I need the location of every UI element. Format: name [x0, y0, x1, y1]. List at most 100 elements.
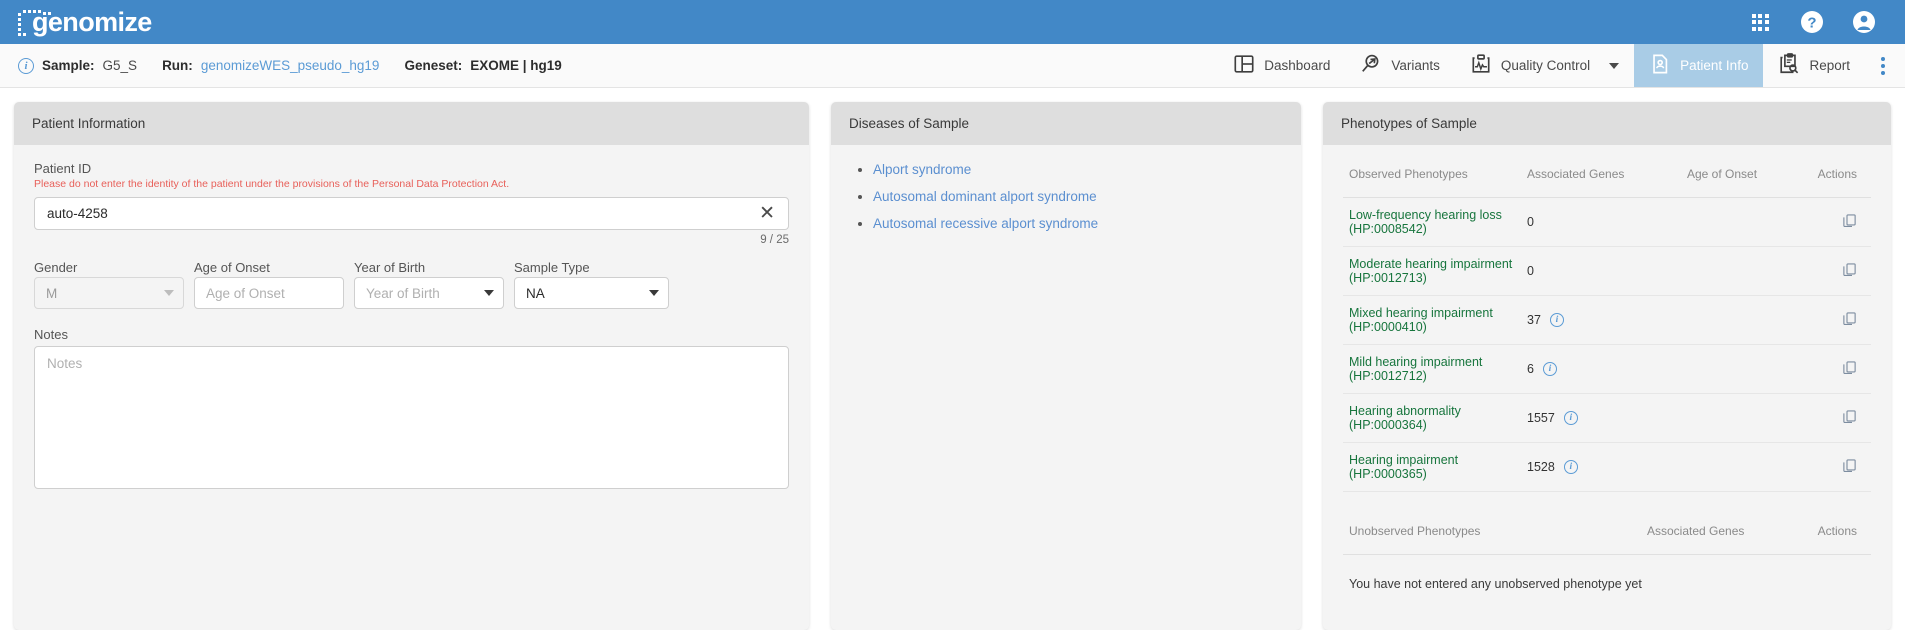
- phenotypes-body: Observed Phenotypes Associated Genes Age…: [1323, 145, 1891, 630]
- column-header-age-of-onset: Age of Onset: [1681, 161, 1801, 198]
- age-of-onset-input[interactable]: Age of Onset: [194, 277, 344, 309]
- account-icon[interactable]: [1851, 9, 1877, 35]
- breadcrumb-sample-value: G5_S: [102, 58, 138, 73]
- more-options-button[interactable]: [1865, 44, 1905, 87]
- column-header-associated-genes: Associated Genes: [1641, 518, 1801, 555]
- column-header-associated-genes: Associated Genes: [1521, 161, 1681, 198]
- list-item: Autosomal dominant alport syndrome: [873, 188, 1281, 206]
- list-item: Autosomal recessive alport syndrome: [873, 215, 1281, 233]
- age-of-onset-value: [1681, 197, 1801, 247]
- gender-value: M: [46, 285, 58, 301]
- age-of-onset-value: [1681, 246, 1801, 296]
- info-icon[interactable]: i: [1563, 460, 1578, 474]
- table-row: Mixed hearing impairment (HP:0000410) 37…: [1343, 295, 1871, 345]
- chevron-down-icon: [164, 290, 174, 296]
- sample-type-select[interactable]: NA: [514, 277, 669, 309]
- header-actions: ?: [1747, 9, 1887, 35]
- phenotype-link[interactable]: Low-frequency hearing loss (HP:0008542): [1349, 208, 1502, 236]
- sample-type-value: NA: [526, 285, 545, 301]
- tab-patient-info[interactable]: Patient Info: [1634, 44, 1764, 87]
- help-icon[interactable]: ?: [1799, 9, 1825, 35]
- patient-attributes-row: Gender M Age of Onset Age of Onset Year …: [34, 260, 789, 309]
- info-icon[interactable]: i: [1563, 411, 1578, 425]
- table-row: Low-frequency hearing loss (HP:0008542) …: [1343, 197, 1871, 247]
- quality-control-icon: [1470, 53, 1492, 78]
- copy-icon[interactable]: [1842, 262, 1857, 280]
- panel-title: Patient Information: [14, 102, 809, 145]
- breadcrumb-geneset-label: Geneset:: [404, 58, 463, 73]
- report-icon: [1778, 53, 1800, 78]
- phenotype-link[interactable]: Hearing impairment (HP:0000365): [1349, 453, 1458, 481]
- associated-genes-count: 1557: [1527, 411, 1555, 425]
- close-icon[interactable]: ✕: [756, 204, 778, 223]
- tab-variants[interactable]: Variants: [1345, 44, 1455, 87]
- phenotype-link[interactable]: Moderate hearing impairment (HP:0012713): [1349, 257, 1512, 285]
- breadcrumb-run-value[interactable]: genomizeWES_pseudo_hg19: [201, 58, 380, 73]
- associated-genes-count: 0: [1527, 215, 1534, 229]
- copy-icon[interactable]: [1842, 458, 1857, 476]
- patient-form: Patient ID Please do not enter the ident…: [14, 145, 809, 630]
- apps-grid-icon[interactable]: [1747, 9, 1773, 35]
- tab-dashboard[interactable]: Dashboard: [1218, 44, 1345, 87]
- year-of-birth-placeholder: Year of Birth: [366, 285, 440, 301]
- info-icon[interactable]: i: [18, 57, 34, 74]
- patient-id-input[interactable]: auto-4258 ✕: [34, 197, 789, 230]
- copy-icon[interactable]: [1842, 409, 1857, 427]
- table-row: Hearing impairment (HP:0000365) 1528 i: [1343, 442, 1871, 492]
- list-item: Alport syndrome: [873, 161, 1281, 179]
- associated-genes-count: 0: [1527, 264, 1534, 278]
- breadcrumb-sample-label: Sample:: [42, 58, 95, 73]
- gender-select[interactable]: M: [34, 277, 184, 309]
- phenotype-link[interactable]: Mild hearing impairment (HP:0012712): [1349, 355, 1482, 383]
- copy-icon[interactable]: [1842, 213, 1857, 231]
- phenotype-link[interactable]: Mixed hearing impairment (HP:0000410): [1349, 306, 1493, 334]
- diseases-of-sample-panel: Diseases of Sample Alport syndrome Autos…: [831, 102, 1301, 630]
- column-header-observed-phenotypes: Observed Phenotypes: [1343, 161, 1521, 198]
- logo-dot-pattern-icon: [18, 7, 51, 37]
- phenotype-link[interactable]: Hearing abnormality (HP:0000364): [1349, 404, 1461, 432]
- notes-textarea[interactable]: Notes: [34, 346, 789, 489]
- variants-search-icon: [1360, 53, 1382, 78]
- brand-logo[interactable]: genomize: [18, 7, 152, 37]
- gender-label: Gender: [34, 260, 78, 275]
- year-of-birth-select[interactable]: Year of Birth: [354, 277, 504, 309]
- tab-label: Report: [1809, 58, 1850, 73]
- table-header-row: Unobserved Phenotypes Associated Genes A…: [1343, 518, 1871, 555]
- gender-field-group: Gender M: [34, 260, 184, 309]
- breadcrumb-geneset-value: EXOME | hg19: [470, 58, 562, 73]
- disease-link[interactable]: Autosomal recessive alport syndrome: [873, 216, 1098, 231]
- age-of-onset-value: [1681, 295, 1801, 345]
- age-of-onset-field-group: Age of Onset Age of Onset: [194, 260, 344, 309]
- privacy-warning: Please do not enter the identity of the …: [34, 178, 510, 190]
- notes-label: Notes: [34, 327, 68, 342]
- tab-report[interactable]: Report: [1763, 44, 1865, 87]
- nav-bar: i Sample: G5_S Run: genomizeWES_pseudo_h…: [0, 44, 1905, 88]
- table-row: Mild hearing impairment (HP:0012712) 6i: [1343, 344, 1871, 394]
- patient-information-panel: Patient Information Patient ID Please do…: [14, 102, 809, 630]
- unobserved-empty-message: You have not entered any unobserved phen…: [1349, 577, 1642, 591]
- tab-label: Quality Control: [1500, 58, 1591, 73]
- nav-tabs: Dashboard Variants Quality Control Patie…: [1218, 44, 1905, 87]
- column-header-unobserved-phenotypes: Unobserved Phenotypes: [1343, 518, 1641, 555]
- diseases-list: Alport syndrome Autosomal dominant alpor…: [851, 161, 1281, 233]
- dashboard-icon: [1233, 53, 1255, 78]
- diseases-list-body: Alport syndrome Autosomal dominant alpor…: [831, 145, 1301, 630]
- chevron-down-icon[interactable]: [1609, 62, 1620, 69]
- disease-link[interactable]: Autosomal dominant alport syndrome: [873, 189, 1097, 204]
- copy-icon[interactable]: [1842, 311, 1857, 329]
- copy-icon[interactable]: [1842, 360, 1857, 378]
- age-of-onset-value: [1681, 344, 1801, 394]
- info-icon[interactable]: i: [1549, 313, 1564, 327]
- chevron-down-icon: [649, 290, 659, 296]
- age-of-onset-value: [1681, 393, 1801, 443]
- patient-id-value: auto-4258: [47, 206, 108, 221]
- info-icon[interactable]: i: [1542, 362, 1557, 376]
- disease-link[interactable]: Alport syndrome: [873, 162, 971, 177]
- age-of-onset-placeholder: Age of Onset: [206, 285, 285, 301]
- associated-genes-count: 6: [1527, 362, 1534, 376]
- chevron-down-icon: [484, 290, 494, 296]
- tab-label: Variants: [1391, 58, 1440, 73]
- panel-title: Diseases of Sample: [831, 102, 1301, 145]
- table-header-row: Observed Phenotypes Associated Genes Age…: [1343, 161, 1871, 198]
- tab-quality-control[interactable]: Quality Control: [1455, 44, 1634, 87]
